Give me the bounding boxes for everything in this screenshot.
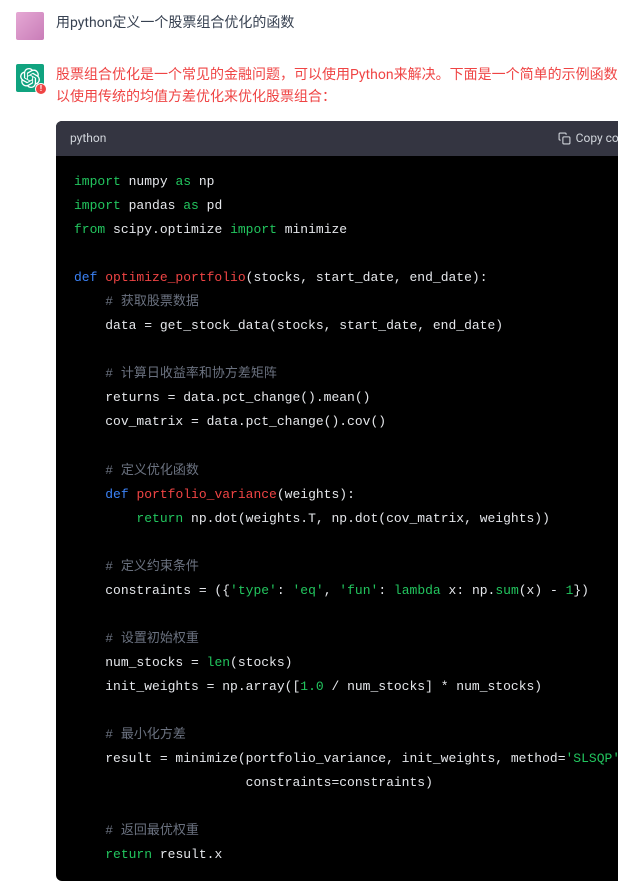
alert-badge: !	[35, 83, 47, 95]
user-avatar	[16, 12, 44, 40]
assistant-intro-text: 股票组合优化是一个常见的金融问题，可以使用Python来解决。下面是一个简单的示…	[56, 64, 618, 109]
assistant-message-content: 股票组合优化是一个常见的金融问题，可以使用Python来解决。下面是一个简单的示…	[56, 64, 618, 881]
copy-code-label: Copy code	[576, 129, 618, 148]
user-message-text: 用python定义一个股票组合优化的函数	[56, 12, 602, 40]
code-header: python Copy code	[56, 121, 618, 156]
clipboard-icon	[558, 132, 571, 145]
code-block: python Copy code import numpy as np impo…	[56, 121, 618, 882]
code-language-label: python	[70, 129, 106, 148]
user-message-row: 用python定义一个股票组合优化的函数	[0, 0, 618, 52]
code-body: import numpy as np import pandas as pd f…	[56, 156, 618, 881]
assistant-message-row: ! 股票组合优化是一个常见的金融问题，可以使用Python来解决。下面是一个简单…	[0, 52, 618, 893]
copy-code-button[interactable]: Copy code	[558, 129, 618, 148]
assistant-avatar: !	[16, 64, 44, 92]
